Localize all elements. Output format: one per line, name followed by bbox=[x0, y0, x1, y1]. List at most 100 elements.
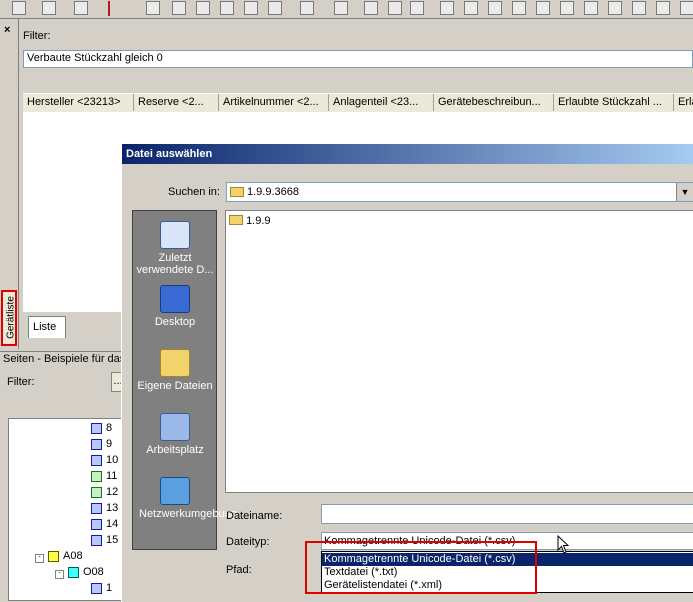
tab-liste[interactable]: Liste bbox=[28, 316, 66, 338]
page-icon bbox=[91, 582, 102, 594]
column-header[interactable]: Hersteller <23213> bbox=[23, 94, 134, 111]
page-icon bbox=[91, 534, 102, 546]
toolbar-icon[interactable] bbox=[488, 1, 502, 15]
pages-panel-title: Seiten - Beispiele für das bbox=[0, 351, 128, 367]
toolbar-icon[interactable] bbox=[220, 1, 234, 15]
my-computer-icon bbox=[160, 413, 190, 441]
file-dialog: Datei auswählen Suchen in: 1.9.9.3668 ▼ … bbox=[121, 143, 693, 602]
group-icon bbox=[48, 550, 59, 562]
toolbar-icon[interactable] bbox=[146, 1, 160, 15]
column-header[interactable]: Erlaubte Stückzahl ... bbox=[554, 94, 674, 111]
column-header[interactable]: Anlagenteil <23... bbox=[329, 94, 434, 111]
toolbar-icon[interactable] bbox=[300, 1, 314, 15]
place-label: Eigene Dateien bbox=[137, 380, 213, 392]
page-icon bbox=[91, 502, 102, 514]
side-tab-label: Gerätliste bbox=[5, 296, 17, 339]
tree-item[interactable]: 11 bbox=[91, 470, 117, 482]
place-label: Zuletzt verwendete D... bbox=[136, 252, 214, 276]
toolbar-icon[interactable] bbox=[268, 1, 282, 15]
tree-item[interactable]: - O08 bbox=[55, 566, 104, 579]
look-in-combo[interactable]: 1.9.9.3668 ▼ bbox=[226, 182, 693, 202]
filename-label: Dateiname: bbox=[226, 510, 283, 522]
side-tab-geraeteliste[interactable]: Gerätliste bbox=[1, 290, 17, 346]
list-item[interactable]: 1.9.9 bbox=[229, 215, 271, 227]
page-icon bbox=[91, 422, 102, 434]
page-tree[interactable]: 8 9 10 11 12 13 14 15 - A08 - O08 1 bbox=[8, 418, 125, 601]
toolbar-icon[interactable] bbox=[440, 1, 454, 15]
tree-item[interactable]: 14 bbox=[91, 518, 118, 530]
column-header[interactable]: Artikelnummer <2... bbox=[219, 94, 329, 111]
collapse-icon[interactable]: - bbox=[55, 570, 64, 579]
file-list[interactable]: 1.9.9 bbox=[225, 210, 693, 493]
filter-field[interactable]: Verbaute Stückzahl gleich 0 bbox=[23, 50, 693, 68]
desktop-icon bbox=[160, 285, 190, 313]
tree-item[interactable]: - A08 bbox=[35, 550, 83, 563]
tree-item[interactable]: 1 bbox=[91, 582, 112, 594]
tree-item[interactable]: 8 bbox=[91, 422, 112, 434]
recent-documents-icon bbox=[160, 221, 190, 249]
place-desktop[interactable]: Desktop bbox=[133, 285, 217, 328]
toolbar-icon[interactable] bbox=[656, 1, 670, 15]
tree-item[interactable]: 13 bbox=[91, 502, 118, 514]
folder-icon bbox=[229, 215, 243, 226]
folder-icon bbox=[230, 187, 244, 197]
mouse-cursor-icon bbox=[557, 535, 570, 554]
tree-filter-label: Filter: bbox=[7, 376, 35, 388]
toolbar-icon[interactable] bbox=[680, 1, 693, 15]
toolbar-icon[interactable] bbox=[12, 1, 26, 15]
toolbar-icon[interactable] bbox=[388, 1, 402, 15]
page-icon bbox=[91, 470, 102, 482]
tree-item[interactable]: 15 bbox=[91, 534, 118, 546]
toolbar-icon[interactable] bbox=[410, 1, 424, 15]
column-header[interactable]: Reserve <2... bbox=[134, 94, 219, 111]
highlight-box bbox=[305, 541, 537, 594]
filter-label: Filter: bbox=[23, 30, 51, 42]
toolbar-icon[interactable] bbox=[42, 1, 56, 15]
place-my-computer[interactable]: Arbeitsplatz bbox=[133, 413, 217, 456]
tree-item[interactable]: 10 bbox=[91, 454, 118, 466]
toolbar-icon[interactable] bbox=[560, 1, 574, 15]
dialog-title: Datei auswählen bbox=[122, 144, 693, 164]
toolbar-icon[interactable] bbox=[196, 1, 210, 15]
collapse-icon[interactable]: - bbox=[35, 554, 44, 563]
column-header[interactable]: Erla bbox=[674, 94, 693, 111]
tree-item[interactable]: 12 bbox=[91, 486, 118, 498]
place-network[interactable]: Netzwerkumgebung bbox=[133, 477, 237, 520]
toolbar-separator bbox=[108, 1, 110, 16]
tree-item[interactable]: 9 bbox=[91, 438, 112, 450]
toolbar-icon[interactable] bbox=[608, 1, 622, 15]
page-icon bbox=[91, 454, 102, 466]
look-in-value: 1.9.9.3668 bbox=[247, 186, 299, 198]
toolbar-icon[interactable] bbox=[244, 1, 258, 15]
toolbar-icon[interactable] bbox=[74, 1, 88, 15]
page-icon bbox=[91, 438, 102, 450]
table-header: Hersteller <23213> Reserve <2... Artikel… bbox=[23, 93, 693, 113]
location-icon bbox=[68, 566, 79, 578]
page-icon bbox=[91, 518, 102, 530]
place-my-documents[interactable]: Eigene Dateien bbox=[133, 349, 217, 392]
chevron-down-icon[interactable]: ▼ bbox=[676, 183, 693, 201]
my-documents-icon bbox=[160, 349, 190, 377]
toolbar-icon[interactable] bbox=[584, 1, 598, 15]
place-label: Arbeitsplatz bbox=[146, 444, 204, 456]
look-in-label: Suchen in: bbox=[168, 186, 220, 198]
place-label: Netzwerkumgebung bbox=[139, 508, 237, 520]
toolbar-icon[interactable] bbox=[536, 1, 550, 15]
toolbar-icon[interactable] bbox=[632, 1, 646, 15]
toolbar-icon[interactable] bbox=[334, 1, 348, 15]
toolbar-icon[interactable] bbox=[464, 1, 478, 15]
place-recent[interactable]: Zuletzt verwendete D... bbox=[133, 221, 217, 276]
close-icon[interactable]: × bbox=[4, 24, 10, 36]
filetype-label: Dateityp: bbox=[226, 536, 270, 548]
places-bar: Zuletzt verwendete D... Desktop Eigene D… bbox=[132, 210, 237, 550]
toolbar-icon[interactable] bbox=[172, 1, 186, 15]
toolbar-icon[interactable] bbox=[364, 1, 378, 15]
place-label: Desktop bbox=[154, 316, 196, 328]
filename-input[interactable] bbox=[321, 504, 693, 524]
page-icon bbox=[91, 486, 102, 498]
column-header[interactable]: Gerätebeschreibun... bbox=[434, 94, 554, 111]
path-label: Pfad: bbox=[226, 564, 252, 576]
toolbar-icon[interactable] bbox=[512, 1, 526, 15]
network-icon bbox=[160, 477, 190, 505]
toolbar bbox=[0, 0, 693, 19]
